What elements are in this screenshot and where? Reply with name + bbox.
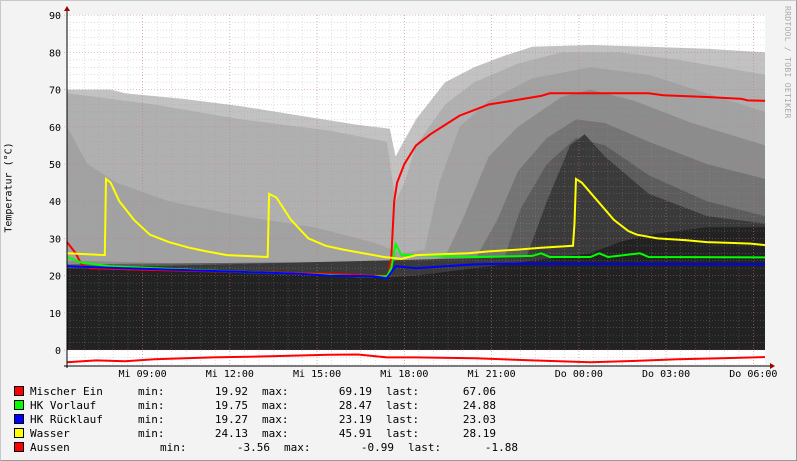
x-tick-label: Mi 12:00 xyxy=(206,369,254,380)
legend-last-label: last: xyxy=(386,413,434,426)
legend-name: HK Vorlauf xyxy=(30,399,138,412)
y-tick-label: 50 xyxy=(49,160,61,171)
legend-max-label: max: xyxy=(262,427,310,440)
legend-max-value: 69.19 xyxy=(310,385,372,398)
y-tick-label: 60 xyxy=(49,123,61,134)
legend-swatch xyxy=(14,386,24,396)
legend-min-value: 19.75 xyxy=(186,399,248,412)
legend-swatch xyxy=(14,414,24,424)
legend-row-hk-rucklauf: HK Rücklauf min:19.27 max:23.19 last:23.… xyxy=(14,412,532,426)
x-tick-label: Mi 09:00 xyxy=(119,369,167,380)
y-tick-label: 40 xyxy=(49,197,61,208)
legend-last-label: last: xyxy=(386,427,434,440)
y-tick-label: 20 xyxy=(49,272,61,283)
x-tick-label: Do 06:00 xyxy=(729,369,777,380)
legend-min-label: min: xyxy=(160,441,208,454)
y-axis-arrow-icon xyxy=(64,6,70,11)
legend-swatch xyxy=(14,428,24,438)
legend-swatch xyxy=(14,400,24,410)
legend-max-label: max: xyxy=(262,413,310,426)
x-tick-label: Do 03:00 xyxy=(642,369,690,380)
x-tick-label: Do 00:00 xyxy=(555,369,603,380)
legend-max-value: 45.91 xyxy=(310,427,372,440)
legend-last-value: 67.06 xyxy=(434,385,496,398)
y-tick-label: 80 xyxy=(49,48,61,59)
legend-name: HK Rücklauf xyxy=(30,413,138,426)
legend-max-label: max: xyxy=(262,385,310,398)
legend-name: Aussen xyxy=(30,441,160,454)
legend-max-value: 28.47 xyxy=(310,399,372,412)
legend-min-value: -3.56 xyxy=(208,441,270,454)
legend-last-label: last: xyxy=(386,399,434,412)
legend-max-value: 23.19 xyxy=(310,413,372,426)
legend-last-value: -1.88 xyxy=(456,441,518,454)
legend-min-value: 19.27 xyxy=(186,413,248,426)
legend-last-label: last: xyxy=(386,385,434,398)
legend-last-value: 28.19 xyxy=(434,427,496,440)
legend-row-mischer-ein: Mischer Ein min:19.92 max:69.19 last:67.… xyxy=(14,384,532,398)
legend-row-wasser: Wasser min:24.13 max:45.91 last:28.19 xyxy=(14,426,532,440)
y-tick-label: 10 xyxy=(49,309,61,320)
legend-min-label: min: xyxy=(138,413,186,426)
legend-swatch xyxy=(14,442,24,452)
x-tick-label: Mi 15:00 xyxy=(293,369,341,380)
legend-min-label: min: xyxy=(138,385,186,398)
legend-last-value: 23.03 xyxy=(434,413,496,426)
legend-last-value: 24.88 xyxy=(434,399,496,412)
watermark: RRDTOOL / TOBI OETIKER xyxy=(783,6,792,119)
y-axis-label: Temperatur (°C) xyxy=(4,133,15,243)
legend-max-label: max: xyxy=(284,441,332,454)
legend-max-value: -0.99 xyxy=(332,441,394,454)
legend-name: Wasser xyxy=(30,427,138,440)
legend-max-label: max: xyxy=(262,399,310,412)
x-tick-label: Mi 21:00 xyxy=(468,369,516,380)
legend-min-label: min: xyxy=(138,399,186,412)
x-tick-label: Mi 18:00 xyxy=(380,369,428,380)
legend: Mischer Ein min:19.92 max:69.19 last:67.… xyxy=(14,384,532,454)
legend-name: Mischer Ein xyxy=(30,385,138,398)
legend-min-value: 24.13 xyxy=(186,427,248,440)
legend-row-hk-vorlauf: HK Vorlauf min:19.75 max:28.47 last:24.8… xyxy=(14,398,532,412)
y-tick-label: 90 xyxy=(49,11,61,22)
legend-min-value: 19.92 xyxy=(186,385,248,398)
y-tick-label: 0 xyxy=(55,346,61,357)
legend-row-aussen: Aussen min:-3.56 max:-0.99 last:-1.88 xyxy=(14,440,532,454)
y-tick-label: 70 xyxy=(49,86,61,97)
legend-min-label: min: xyxy=(138,427,186,440)
y-tick-label: 30 xyxy=(49,234,61,245)
legend-last-label: last: xyxy=(408,441,456,454)
